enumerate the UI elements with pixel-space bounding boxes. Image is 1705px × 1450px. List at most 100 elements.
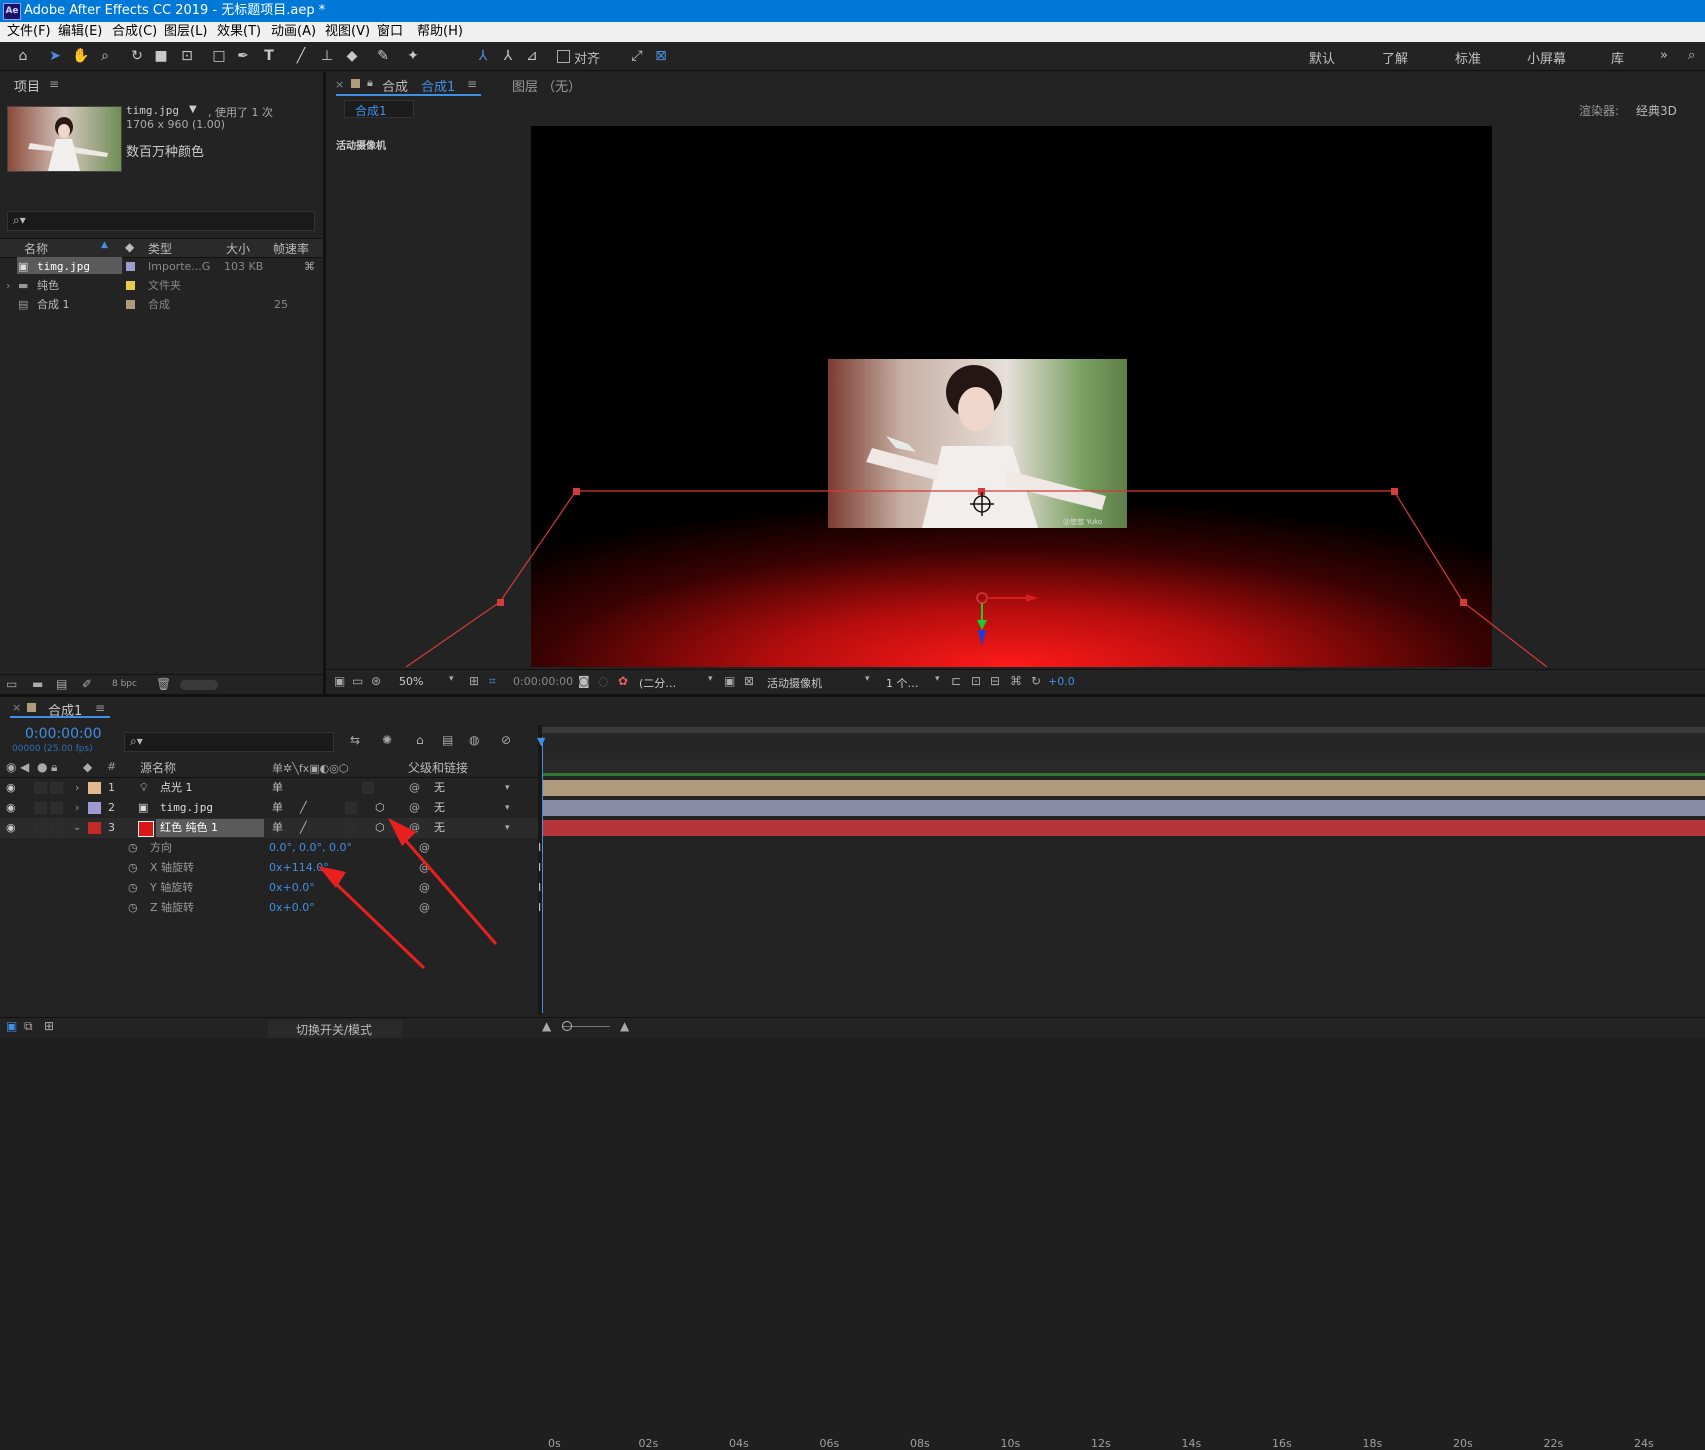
label-tag-icon[interactable]: ◆ <box>83 760 92 774</box>
reset-exposure-icon[interactable]: ↻ <box>1031 674 1041 688</box>
menu-file[interactable]: 文件(F) <box>7 24 51 40</box>
column-source-name[interactable]: 源名称 <box>140 759 176 776</box>
pan-behind-tool-icon[interactable]: ⊡ <box>178 47 196 65</box>
column-type[interactable]: 类型 <box>148 240 172 257</box>
type-tool-icon[interactable]: T <box>260 47 278 65</box>
layer-row-selected[interactable]: ◉ ⌄ 3 红色 纯色 1 单 ╱ ⬡ @ 无 ▾ <box>0 818 540 838</box>
shy-switch[interactable]: 单 <box>272 778 283 798</box>
solo-toggle[interactable] <box>34 822 47 834</box>
panel-menu-icon[interactable]: ≡ <box>467 77 477 91</box>
pick-whip-icon[interactable]: @ <box>409 778 420 798</box>
solo-toggle[interactable] <box>34 782 47 794</box>
menu-view[interactable]: 视图(V) <box>325 24 370 40</box>
property-value[interactable]: 0x+0.0° <box>269 899 315 917</box>
panel-menu-icon[interactable]: ≡ <box>49 77 59 91</box>
zoom-tool-icon[interactable]: ⌕ <box>96 47 114 65</box>
puppet-pin-tool-icon[interactable]: ✦ <box>404 47 422 65</box>
stopwatch-icon[interactable]: ◷ <box>128 839 138 857</box>
graph-editor-icon[interactable]: ⊘ <box>501 733 511 747</box>
pick-whip-icon[interactable]: @ <box>409 818 420 838</box>
monitor-icon[interactable]: ▭ <box>352 674 363 688</box>
safe-margins-icon[interactable]: ⌗ <box>489 674 496 689</box>
3d-view-value[interactable]: 活动摄像机 <box>767 675 822 691</box>
expression-pick-whip-icon[interactable]: @ <box>419 899 430 917</box>
project-search-input[interactable]: ⌕▾ <box>7 211 315 231</box>
toggle-pixel-aspect-icon[interactable]: ⊏ <box>951 674 961 688</box>
mask-visibility-icon[interactable]: ⊛ <box>371 674 381 688</box>
always-preview-icon[interactable]: ▣ <box>334 674 345 688</box>
3d-layer-switch[interactable] <box>362 782 374 794</box>
menu-composition[interactable]: 合成(C) <box>112 24 157 40</box>
expression-pick-whip-icon[interactable]: @ <box>419 859 430 877</box>
clone-stamp-tool-icon[interactable]: ⊥ <box>318 47 336 65</box>
eraser-tool-icon[interactable]: ◆ <box>343 47 361 65</box>
layer-row[interactable]: ◉ › 1 💡︎ 点光 1 单 @ 无 ▾ <box>0 778 540 798</box>
lock-toggle[interactable] <box>50 782 63 794</box>
layer-label-color[interactable] <box>88 782 101 794</box>
column-parent[interactable]: 父级和链接 <box>408 759 468 776</box>
layer-name[interactable]: timg.jpg <box>160 798 213 818</box>
parent-dropdown-arrow-icon[interactable]: ▾ <box>505 818 510 838</box>
project-row[interactable]: › ▬ 纯色 文件夹 <box>4 276 320 295</box>
layer-label-color[interactable] <box>88 802 101 814</box>
show-snapshot-icon[interactable]: ◌ <box>598 674 608 688</box>
stopwatch-icon[interactable]: ◷ <box>128 899 138 917</box>
3d-layer-cube-icon[interactable]: ⬡ <box>375 818 385 838</box>
toggle-switches-icon[interactable]: ▣ <box>6 1019 17 1033</box>
stopwatch-icon[interactable]: ◷ <box>128 879 138 897</box>
zoom-out-icon[interactable]: ▲ <box>542 1019 551 1033</box>
expression-pick-whip-icon[interactable]: @ <box>419 839 430 857</box>
menu-animation[interactable]: 动画(A) <box>271 24 316 40</box>
close-tab-icon[interactable]: × <box>12 701 21 714</box>
shy-switch[interactable]: 单 <box>272 818 283 838</box>
comp-flowchart-tab[interactable]: 合成1 <box>344 100 414 118</box>
fast-previews-icon[interactable]: ⊡ <box>971 674 981 688</box>
timeline-search-input[interactable]: ⌕▾ <box>124 732 334 752</box>
label-swatch[interactable] <box>126 262 135 271</box>
thumbnail-slider[interactable] <box>180 680 218 690</box>
pick-whip-icon[interactable]: @ <box>409 798 420 818</box>
dependency-icon[interactable]: ⌘ <box>304 257 315 276</box>
comp-tab-name[interactable]: 合成1 <box>421 76 455 95</box>
selection-tool-icon[interactable]: ➤ <box>46 47 64 65</box>
zoom-dropdown-icon[interactable]: ▾ <box>449 674 454 684</box>
workspace-libraries[interactable]: 库 <box>1611 48 1624 67</box>
playhead-handle-icon[interactable]: ▼ <box>537 735 545 748</box>
lock-switch-icon[interactable]: 🔒︎ <box>51 760 57 775</box>
workspace-overflow-icon[interactable]: » <box>1660 48 1668 63</box>
exposure-value[interactable]: +0.0 <box>1048 675 1075 688</box>
parent-dropdown[interactable]: 无 <box>434 798 445 818</box>
layer-tab[interactable]: 图层 （无） <box>512 76 581 95</box>
time-ruler[interactable] <box>542 727 1705 759</box>
new-folder-icon[interactable]: ▬ <box>32 677 43 691</box>
video-switch-icon[interactable]: ◉ <box>6 760 16 774</box>
parent-dropdown[interactable]: 无 <box>434 778 445 798</box>
snapping-checkbox[interactable] <box>557 50 570 63</box>
layer-name[interactable]: 点光 1 <box>160 778 193 798</box>
project-row[interactable]: ▤ 合成 1 合成 25 <box>4 295 320 314</box>
renderer-value[interactable]: 经典3D <box>1636 102 1677 119</box>
resolution-dropdown-icon[interactable]: ▾ <box>708 674 713 684</box>
snap-features-icon[interactable]: ⊠ <box>652 47 670 65</box>
comp-tab-label[interactable]: 合成 <box>382 76 408 95</box>
rectangle-tool-icon[interactable]: □ <box>210 47 228 65</box>
column-framerate[interactable]: 帧速率 <box>273 240 309 257</box>
label-tag-icon[interactable]: ◆ <box>125 240 134 254</box>
bit-depth-button[interactable]: 8 bpc <box>112 679 137 689</box>
toggle-in-out-icon[interactable]: ⊞ <box>44 1019 54 1033</box>
menu-help[interactable]: 帮助(H) <box>417 24 463 40</box>
snapshot-icon[interactable]: ◙ <box>578 674 590 688</box>
shy-layers-icon[interactable]: ⌂ <box>416 733 424 747</box>
roto-brush-tool-icon[interactable]: ✎ <box>374 47 392 65</box>
solo-switch-icon[interactable]: ● <box>37 760 47 774</box>
keyframe-marker[interactable]: I <box>538 881 541 894</box>
search-help-icon[interactable]: ⌕ <box>1688 48 1695 63</box>
menu-layer[interactable]: 图层(L) <box>164 24 207 40</box>
transparency-grid-icon[interactable]: ⊠ <box>744 674 754 688</box>
rotate-tool-icon[interactable]: ↻ <box>128 47 146 65</box>
work-area-bar[interactable] <box>542 727 1705 733</box>
local-axis-icon[interactable]: ⅄ <box>474 47 492 65</box>
expand-arrow-icon[interactable]: › <box>75 798 79 818</box>
column-name[interactable]: 名称 <box>24 240 48 257</box>
audio-switch-icon[interactable]: ◀ <box>20 760 29 774</box>
